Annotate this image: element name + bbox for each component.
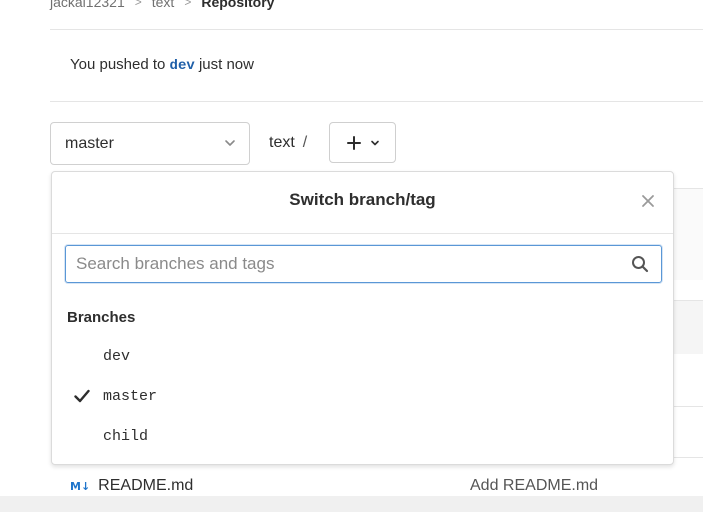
divider	[50, 101, 703, 102]
branch-search-box	[65, 245, 662, 283]
branch-item-label: master	[103, 387, 158, 405]
search-icon[interactable]	[631, 255, 649, 273]
breadcrumb-item-user[interactable]: jackal12321	[50, 0, 125, 10]
breadcrumb: jackal12321 > text > Repository	[50, 0, 274, 12]
divider	[50, 29, 703, 30]
background-row	[673, 300, 703, 354]
background-panel	[673, 188, 703, 280]
background-row	[673, 406, 703, 458]
branch-item-dev[interactable]: dev	[52, 336, 673, 376]
dropdown-divider	[52, 233, 673, 234]
breadcrumb-item-current[interactable]: Repository	[201, 0, 274, 10]
push-notice-suffix: just now	[198, 56, 254, 73]
push-notice-prefix: You pushed to	[70, 56, 166, 73]
horizontal-scrollbar[interactable]	[0, 496, 703, 512]
commit-message-link[interactable]: Add README.md	[470, 477, 598, 495]
chevron-down-icon	[225, 140, 235, 146]
markdown-icon: M↓	[70, 479, 91, 493]
table-row[interactable]: M↓ README.md Add README.md	[70, 476, 703, 496]
branch-search-input[interactable]	[66, 246, 631, 282]
switch-branch-dropdown: Switch branch/tag Branches dev master ch…	[51, 171, 674, 465]
repo-path-root[interactable]: text	[269, 134, 295, 151]
breadcrumb-separator-icon: >	[134, 0, 142, 9]
branch-selector-value: master	[65, 134, 114, 152]
repo-path: text /	[269, 134, 307, 152]
repo-path-separator: /	[302, 134, 308, 151]
close-icon[interactable]	[641, 194, 655, 208]
add-file-dropdown-button[interactable]	[329, 122, 396, 163]
breadcrumb-separator-icon: >	[184, 0, 192, 9]
branch-item-child[interactable]: child	[52, 416, 673, 456]
plus-icon	[346, 135, 361, 150]
dropdown-title: Switch branch/tag	[289, 190, 436, 209]
branch-selector[interactable]: master	[50, 122, 250, 165]
branch-item-master[interactable]: master	[52, 376, 673, 416]
branches-section-label: Branches	[67, 309, 136, 326]
branch-item-label: child	[103, 427, 149, 445]
chevron-down-icon	[370, 140, 379, 145]
push-notice-branch-link[interactable]: dev	[170, 58, 195, 74]
checkmark-icon	[74, 389, 90, 403]
branch-item-label: dev	[103, 347, 131, 365]
push-notice: You pushed to dev just now	[70, 56, 254, 74]
breadcrumb-item-project[interactable]: text	[152, 0, 175, 10]
file-name-link[interactable]: README.md	[98, 477, 193, 495]
